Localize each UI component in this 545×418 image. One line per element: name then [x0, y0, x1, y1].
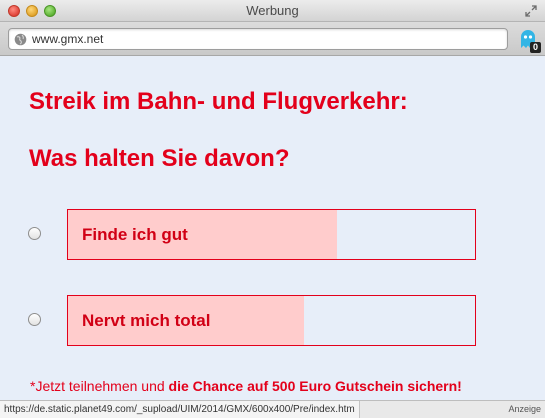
- poll-headline-line2: Was halten Sie davon?: [29, 145, 290, 172]
- globe-icon: [14, 33, 27, 46]
- browser-window: Werbung www.gmx.net 0 Streik im Bahn- un…: [0, 0, 545, 418]
- browser-toolbar: www.gmx.net 0: [0, 22, 545, 56]
- status-hover-url: https://de.static.planet49.com/_supload/…: [0, 401, 360, 418]
- poll-option-1[interactable]: Finde ich gut: [67, 209, 476, 260]
- promo-text[interactable]: *Jetzt teilnehmen und die Chance auf 500…: [30, 378, 462, 394]
- extension-badge: 0: [530, 42, 541, 53]
- address-bar[interactable]: www.gmx.net: [8, 28, 508, 50]
- status-bar: https://de.static.planet49.com/_supload/…: [0, 400, 545, 418]
- option-2-label: Nervt mich total: [82, 311, 211, 330]
- ad-content: Streik im Bahn- und Flugverkehr: Was hal…: [0, 57, 545, 400]
- promo-prefix: *Jetzt teilnehmen und: [30, 378, 169, 394]
- poll-headline-line1: Streik im Bahn- und Flugverkehr:: [29, 88, 408, 115]
- title-bar[interactable]: Werbung: [0, 0, 545, 22]
- option-2-radio[interactable]: [28, 313, 41, 326]
- poll-option-2[interactable]: Nervt mich total: [67, 295, 476, 346]
- promo-highlight: die Chance auf 500 Euro Gutschein sicher…: [168, 378, 462, 394]
- ad-label: Anzeige: [508, 404, 541, 414]
- option-1-radio[interactable]: [28, 227, 41, 240]
- fullscreen-icon[interactable]: [525, 5, 537, 17]
- window-title: Werbung: [246, 3, 299, 18]
- option-1-label: Finde ich gut: [82, 225, 188, 244]
- url-text: www.gmx.net: [32, 32, 104, 46]
